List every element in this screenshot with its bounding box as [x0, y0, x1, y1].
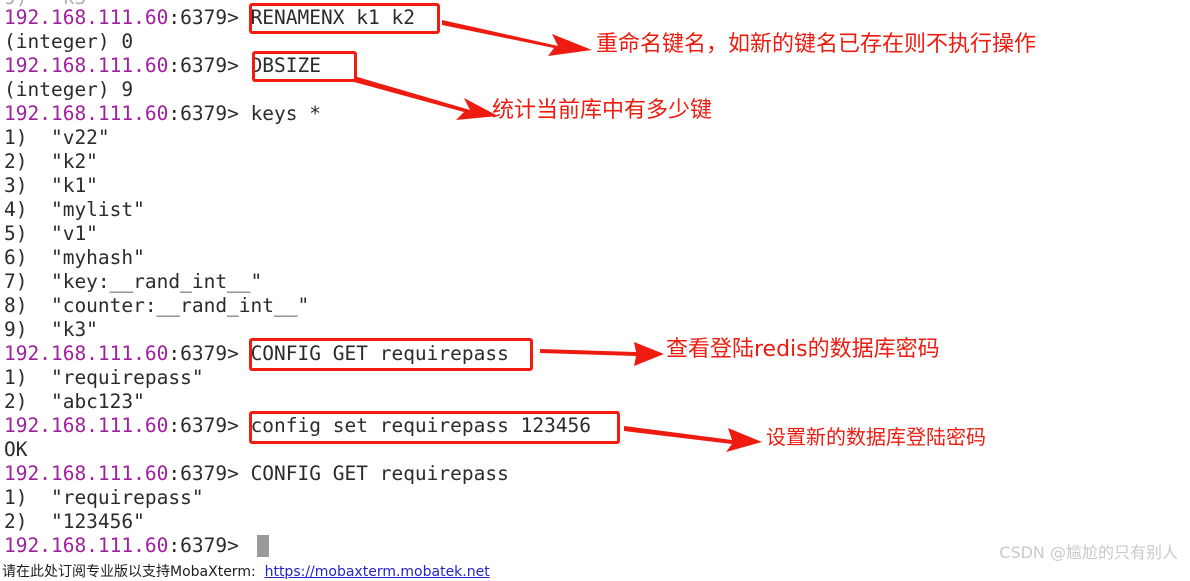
prompt-host: 192.168.111.60: [4, 414, 169, 437]
terminal-line-prompt: 192.168.111.60:6379> DBSIZE: [4, 54, 321, 78]
terminal-line-active-prompt: 192.168.111.60:6379>: [4, 534, 239, 558]
prompt-host: 192.168.111.60: [4, 102, 169, 125]
annotation-config-set: 设置新的数据库登陆密码: [766, 425, 986, 449]
terminal-line-output: 1) "v22": [4, 126, 110, 149]
csdn-watermark: CSDN @尴尬的只有别人: [999, 543, 1178, 562]
terminal-line-prompt: 192.168.111.60:6379> RENAMENX k1 k2: [4, 6, 415, 30]
terminal-line-prompt: 192.168.111.60:6379> keys *: [4, 102, 321, 126]
status-bar-message: 请在此处订阅专业版以支持MobaXterm:: [2, 564, 265, 580]
terminal-line-prompt: 192.168.111.60:6379> config set requirep…: [4, 414, 591, 438]
prompt-host: 192.168.111.60: [4, 6, 169, 29]
terminal-command: RENAMENX k1 k2: [238, 6, 415, 29]
terminal-line-output: 8) "counter:__rand_int__": [4, 294, 310, 317]
terminal-line-prompt: 192.168.111.60:6379> CONFIG GET requirep…: [4, 342, 509, 366]
annotation-dbsize: 统计当前库中有多少键: [492, 98, 713, 123]
prompt-port: :6379>: [168, 414, 239, 437]
prompt-host: 192.168.111.60: [4, 342, 169, 365]
annotation-config-get: 查看登陆redis的数据库密码: [666, 337, 940, 362]
prompt-port: :6379>: [168, 462, 239, 485]
terminal-line-output: 2) "123456": [4, 510, 145, 533]
terminal-line-output: OK: [4, 438, 28, 461]
prompt-port: :6379>: [168, 534, 239, 557]
terminal-cursor[interactable]: [257, 535, 269, 557]
terminal-line-output: (integer) 0: [4, 30, 134, 53]
terminal-line-output: 6) "myhash": [4, 246, 145, 269]
terminal-line-output: 3) "k1": [4, 174, 98, 197]
terminal-line-output: 7) "key:__rand_int__": [4, 270, 263, 293]
prompt-port: :6379>: [168, 102, 239, 125]
terminal-output-area[interactable]: 9) "k3" 192.168.111.60:6379> RENAMENX k1…: [0, 0, 1190, 560]
terminal-screenshot: 9) "k3" 192.168.111.60:6379> RENAMENX k1…: [0, 0, 1190, 581]
terminal-line-output: 1) "requirepass": [4, 486, 204, 509]
prompt-host: 192.168.111.60: [4, 534, 169, 557]
terminal-line-output: 4) "mylist": [4, 198, 145, 221]
terminal-command: config set requirepass 123456: [238, 414, 592, 437]
terminal-line-output: 5) "v1": [4, 222, 98, 245]
prompt-port: :6379>: [168, 54, 239, 77]
prompt-host: 192.168.111.60: [4, 54, 169, 77]
mobaxterm-status-bar: 请在此处订阅专业版以支持MobaXterm: https://mobaxterm…: [0, 561, 1190, 581]
annotation-renamenx: 重命名键名，如新的键名已存在则不执行操作: [596, 32, 1037, 57]
prompt-host: 192.168.111.60: [4, 462, 169, 485]
terminal-command: CONFIG GET requirepass: [238, 342, 509, 365]
terminal-command: DBSIZE: [238, 54, 322, 77]
prompt-port: :6379>: [168, 6, 239, 29]
terminal-line-prompt: 192.168.111.60:6379> CONFIG GET requirep…: [4, 462, 509, 486]
terminal-line-output: 2) "abc123": [4, 390, 145, 413]
terminal-line-output: 1) "requirepass": [4, 366, 204, 389]
status-bar-link[interactable]: https://mobaxterm.mobatek.net: [265, 564, 490, 580]
terminal-line-output: 9) "k3": [4, 318, 98, 341]
terminal-command: CONFIG GET requirepass: [238, 462, 509, 485]
prompt-port: :6379>: [168, 342, 239, 365]
terminal-command: keys *: [238, 102, 322, 125]
terminal-line-output: 2) "k2": [4, 150, 98, 173]
terminal-line-output: (integer) 9: [4, 78, 134, 101]
